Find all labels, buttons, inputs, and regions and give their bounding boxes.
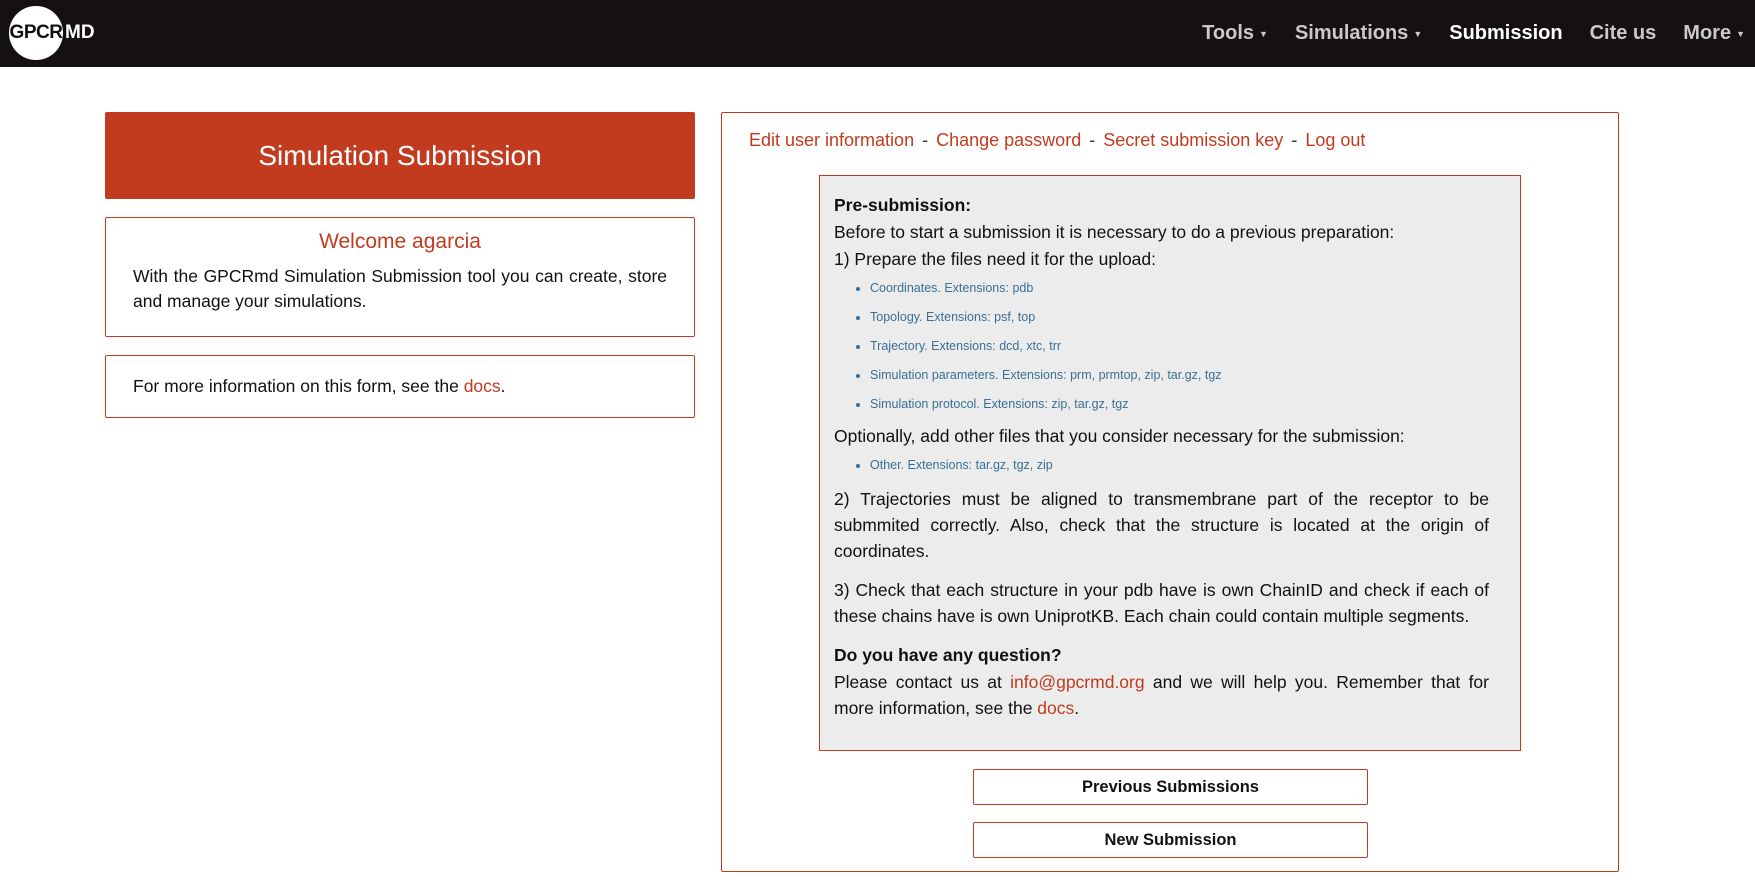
contact-docs-link[interactable]: docs — [1037, 698, 1074, 718]
previous-submissions-button[interactable]: Previous Submissions — [973, 769, 1368, 805]
nav-more[interactable]: More ▼ — [1683, 22, 1745, 45]
welcome-text: With the GPCRmd Simulation Submission to… — [133, 266, 667, 311]
welcome-title: Welcome agarcia — [319, 230, 481, 253]
required-files-list: Coordinates. Extensions: pdb Topology. E… — [834, 274, 1489, 419]
nav-submission[interactable]: Submission — [1449, 22, 1562, 45]
log-out-link[interactable]: Log out — [1305, 130, 1365, 150]
list-item: Trajectory. Extensions: dcd, xtc, trr — [870, 332, 1489, 361]
nav-tools[interactable]: Tools ▼ — [1202, 22, 1268, 45]
question-heading: Do you have any question? — [834, 645, 1062, 665]
submission-panel: Edit user information - Change password … — [721, 112, 1619, 872]
nav-menu: Tools ▼ Simulations ▼ Submission Cite us… — [1175, 0, 1745, 67]
gpcrmd-logo[interactable]: GPCR MD — [9, 6, 95, 60]
docs-info-panel: For more information on this form, see t… — [105, 355, 695, 418]
secret-submission-key-link[interactable]: Secret submission key — [1103, 130, 1283, 150]
previous-submissions-label: Previous Submissions — [1082, 777, 1259, 796]
new-submission-label: New Submission — [1104, 830, 1237, 849]
new-submission-button[interactable]: New Submission — [973, 822, 1368, 858]
pre-submission-box: Pre-submission: Before to start a submis… — [819, 175, 1521, 751]
step-3-text: 3) Check that each structure in your pdb… — [834, 580, 1489, 626]
page-title-banner: Simulation Submission — [105, 112, 695, 199]
caret-down-icon: ▼ — [1736, 28, 1745, 39]
logo-circle: GPCR — [9, 6, 63, 60]
step-2-text: 2) Trajectories must be aligned to trans… — [834, 489, 1489, 561]
nav-submission-label: Submission — [1449, 22, 1563, 44]
caret-down-icon: ▼ — [1259, 28, 1268, 39]
left-column: Simulation Submission Welcome agarcia Wi… — [105, 112, 695, 418]
change-password-link[interactable]: Change password — [936, 130, 1081, 150]
list-item: Simulation parameters. Extensions: prm, … — [870, 361, 1489, 390]
nav-tools-label: Tools — [1202, 22, 1255, 44]
contact-prefix: Please contact us at — [834, 672, 1011, 692]
contact-suffix: . — [1074, 698, 1080, 718]
optional-files-list: Other. Extensions: tar.gz, tgz, zip — [834, 451, 1489, 480]
contact-email-link[interactable]: info@gpcrmd.org — [1010, 672, 1145, 692]
page-title: Simulation Submission — [258, 139, 542, 171]
caret-down-icon: ▼ — [1413, 28, 1423, 39]
list-item: Coordinates. Extensions: pdb — [870, 274, 1489, 303]
edit-user-info-link[interactable]: Edit user information — [749, 130, 914, 150]
step-1-text: 1) Prepare the files need it for the upl… — [834, 249, 1157, 269]
separator: - — [1089, 130, 1096, 150]
nav-more-label: More — [1683, 22, 1732, 44]
logo-suffix: MD — [65, 22, 95, 43]
separator: - — [922, 130, 929, 150]
list-item: Other. Extensions: tar.gz, tgz, zip — [870, 451, 1489, 480]
welcome-panel: Welcome agarcia With the GPCRmd Simulati… — [105, 217, 695, 337]
docs-info-suffix: . — [500, 376, 506, 396]
docs-link[interactable]: docs — [464, 376, 501, 396]
top-navbar: GPCR MD Tools ▼ Simulations ▼ Submission… — [0, 0, 1755, 67]
nav-simulations-label: Simulations — [1294, 22, 1409, 44]
list-item: Topology. Extensions: psf, top — [870, 303, 1489, 332]
docs-info-text: For more information on this form, see t… — [133, 376, 464, 396]
separator: - — [1291, 130, 1298, 150]
pre-submission-intro: Before to start a submission it is neces… — [834, 222, 1395, 242]
pre-submission-heading: Pre-submission: — [834, 195, 972, 215]
contact-text: Please contact us at info@gpcrmd.org and… — [834, 669, 1489, 721]
nav-simulations[interactable]: Simulations ▼ — [1295, 22, 1422, 45]
user-links: Edit user information - Change password … — [749, 130, 1365, 151]
list-item: Simulation protocol. Extensions: zip, ta… — [870, 390, 1489, 419]
nav-cite-us[interactable]: Cite us — [1590, 22, 1657, 45]
nav-cite-us-label: Cite us — [1589, 22, 1657, 44]
optional-files-text: Optionally, add other files that you con… — [834, 426, 1405, 446]
